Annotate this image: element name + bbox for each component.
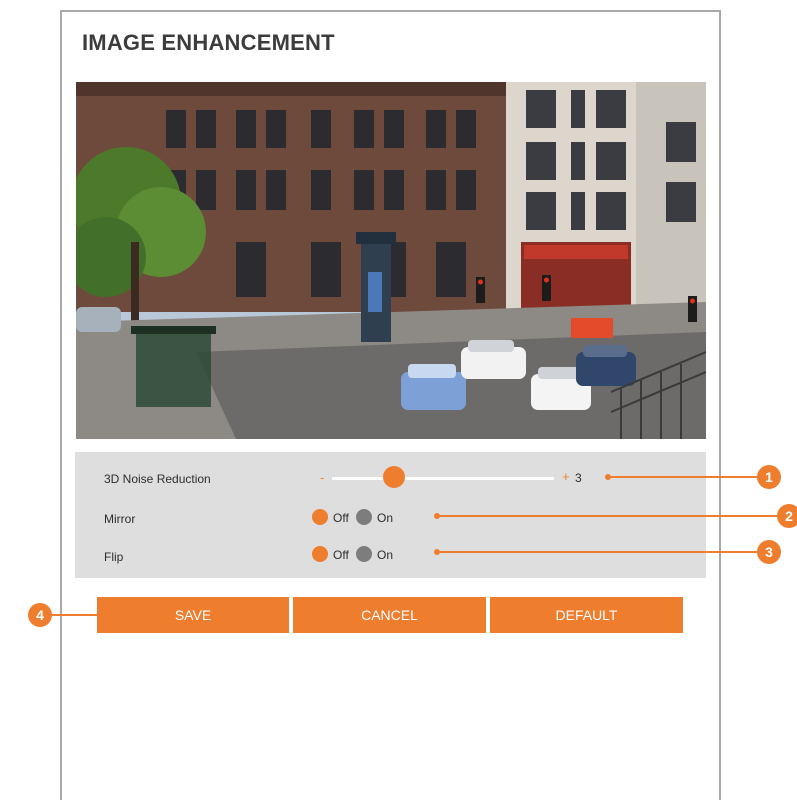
callout-marker-4: 4: [28, 603, 52, 627]
flip-label: Flip: [104, 550, 124, 564]
street-scene-illustration: [76, 82, 706, 439]
camera-preview-image: [76, 82, 706, 439]
flip-on-label[interactable]: On: [377, 548, 393, 562]
mirror-on-label[interactable]: On: [377, 511, 393, 525]
mirror-off-radio[interactable]: [312, 509, 328, 525]
mirror-label: Mirror: [104, 512, 136, 526]
flip-on-radio[interactable]: [356, 546, 372, 562]
callout-marker-1: 1: [757, 465, 781, 489]
callout-marker-3: 3: [757, 540, 781, 564]
callout-marker-2: 2: [777, 504, 797, 528]
save-button[interactable]: SAVE: [97, 597, 289, 633]
slider-plus-label: +: [562, 469, 570, 484]
mirror-off-label[interactable]: Off: [333, 511, 349, 525]
noise-reduction-label: 3D Noise Reduction: [104, 472, 211, 486]
mirror-on-radio[interactable]: [356, 509, 372, 525]
page-title: IMAGE ENHANCEMENT: [82, 30, 335, 55]
noise-reduction-slider-thumb[interactable]: [383, 466, 405, 488]
default-button[interactable]: DEFAULT: [490, 597, 683, 633]
flip-off-radio[interactable]: [312, 546, 328, 562]
slider-minus-label: -: [320, 470, 325, 485]
noise-reduction-value: 3: [575, 471, 582, 485]
flip-off-label[interactable]: Off: [333, 548, 349, 562]
cancel-button[interactable]: CANCEL: [293, 597, 486, 633]
noise-reduction-slider-track[interactable]: [332, 477, 554, 480]
